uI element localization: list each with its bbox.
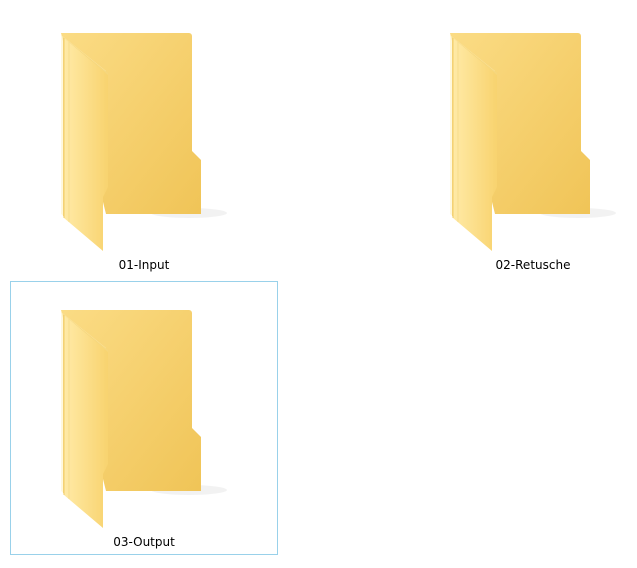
folder-item-01-input[interactable]: 01-Input bbox=[10, 4, 278, 278]
folder-icon bbox=[61, 33, 227, 251]
folder-icon bbox=[450, 33, 616, 251]
folder-item-02-retusche[interactable]: 02-Retusche bbox=[399, 4, 637, 278]
folder-view: 01-Input 02-Retusche 03-Output bbox=[0, 0, 637, 568]
folder-label: 03-Output bbox=[113, 535, 175, 549]
folder-label: 02-Retusche bbox=[495, 258, 571, 272]
folder-label: 01-Input bbox=[118, 258, 170, 272]
folder-item-03-output[interactable]: 03-Output bbox=[10, 281, 278, 555]
folder-icon bbox=[61, 310, 227, 528]
